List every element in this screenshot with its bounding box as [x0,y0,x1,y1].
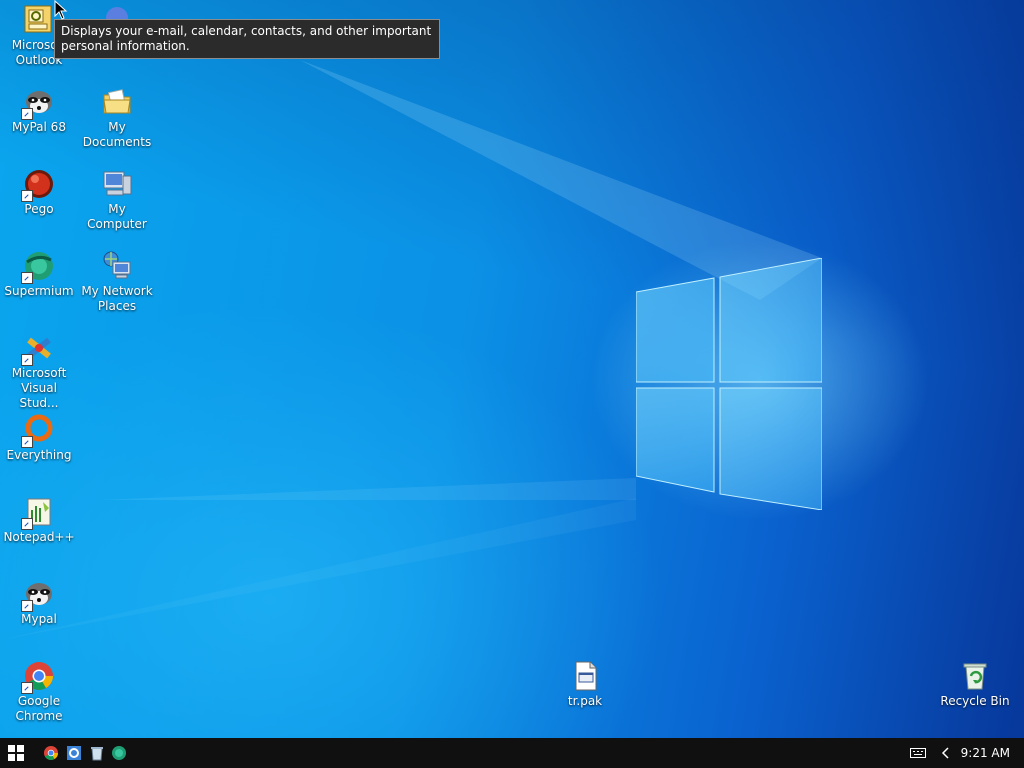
touch-keyboard-button[interactable] [906,738,930,768]
desktop-icon-supermium[interactable]: Supermium [1,250,77,299]
tooltip: Displays your e-mail, calendar, contacts… [54,19,440,59]
taskbar-supermium[interactable] [108,738,130,768]
chevron-left-icon [941,747,949,759]
chrome-icon [21,660,55,694]
desktop-icon-mypal[interactable]: Mypal [1,578,77,627]
folder-documents-icon [101,86,133,118]
raccoon-icon [21,86,55,120]
notepadpp-icon [21,496,55,530]
supermium-icon [21,250,55,284]
desktop-icon-my-documents[interactable]: My Documents [79,86,155,150]
windows-logo-wallpaper [636,258,822,510]
desktop-icon-everything[interactable]: Everything [1,414,77,463]
ie-icon [67,746,81,760]
icon-label: Mypal [21,612,57,626]
icon-label: My Computer [87,202,147,231]
keyboard-icon [910,748,926,758]
shortcut-arrow-icon [21,436,33,448]
desktop-icon-my-network-places[interactable]: My Network Places [79,250,155,314]
desktop[interactable]: Microsoft Outlook MyPal 68 Pego Supermiu… [0,0,1024,738]
taskbar: 9:21 AM [0,738,1024,768]
shortcut-arrow-icon [21,190,33,202]
icon-label: Notepad++ [3,530,75,544]
chrome-icon [44,746,58,760]
taskbar-clock[interactable]: 9:21 AM [961,738,1010,768]
icon-label: Google Chrome [15,694,63,723]
shortcut-arrow-icon [21,354,33,366]
icon-label: Pego [24,202,54,216]
icon-label: My Network Places [81,284,153,313]
icon-label: Recycle Bin [940,694,1010,708]
windows-start-icon [8,745,24,761]
icon-label: Supermium [4,284,74,298]
shortcut-arrow-icon [21,272,33,284]
desktop-icon-google-chrome[interactable]: Google Chrome [1,660,77,724]
taskbar-ie[interactable] [63,738,85,768]
recycle-bin-small-icon [91,747,103,761]
shortcut-arrow-icon [21,518,33,530]
start-button[interactable] [0,738,32,768]
outlook-icon [23,4,55,36]
supermium-small-icon [112,746,126,760]
pego-icon [21,168,55,202]
desktop-icon-trpak[interactable]: tr.pak [547,660,623,709]
network-places-icon [101,250,133,282]
recycle-bin-icon [959,660,991,692]
visual-studio-icon [21,332,55,366]
taskbar-chrome[interactable] [40,738,62,768]
shortcut-arrow-icon [21,600,33,612]
desktop-icon-pego[interactable]: Pego [1,168,77,217]
desktop-icon-my-computer[interactable]: My Computer [79,168,155,232]
icon-label: Everything [6,448,72,462]
desktop-icon-visual-studio[interactable]: Microsoft Visual Stud... [1,332,77,411]
raccoon-icon [21,578,55,612]
icon-label: MyPal 68 [12,120,66,134]
shortcut-arrow-icon [21,108,33,120]
desktop-icon-mypal68[interactable]: MyPal 68 [1,86,77,135]
shortcut-arrow-icon [21,682,33,694]
file-icon [569,660,601,692]
icon-label: Microsoft Visual Stud... [11,366,67,410]
mouse-cursor-icon [54,0,68,20]
desktop-icon-recycle-bin[interactable]: Recycle Bin [937,660,1013,709]
icon-label: tr.pak [567,694,603,708]
taskbar-recycle-bin[interactable] [86,738,108,768]
show-hidden-icons-button[interactable] [936,738,956,768]
everything-icon [21,414,55,448]
icon-label: My Documents [82,120,152,149]
desktop-icon-notepadpp[interactable]: Notepad++ [1,496,77,545]
computer-icon [101,168,133,200]
